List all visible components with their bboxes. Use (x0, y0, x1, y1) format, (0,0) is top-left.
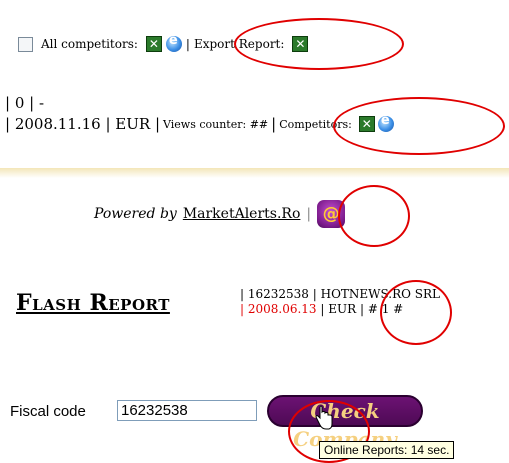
powered-band (0, 168, 509, 178)
fiscal-code-input[interactable] (117, 400, 257, 421)
flash-report-title[interactable]: Flash Report (16, 290, 170, 316)
browser-view-icon[interactable] (165, 33, 182, 52)
annotation-circle (380, 280, 452, 345)
fiscal-code-label: Fiscal code (10, 403, 86, 420)
separator: | (271, 115, 277, 133)
powered-by: Powered by MarketAlerts.Ro | @ (94, 199, 346, 229)
all-competitors-checkbox[interactable] (18, 36, 33, 52)
annotation-circle (234, 18, 404, 70)
flash-date: | 2008.06.13 (240, 302, 317, 316)
online-reports-tooltip: Online Reports: 14 sec. (319, 441, 455, 459)
report-info-line: | 0 | - (5, 94, 45, 112)
views-counter: Views counter: ## (163, 117, 269, 131)
separator: | (306, 206, 312, 222)
excel-export-icon[interactable] (145, 36, 162, 52)
annotation-circle (338, 185, 410, 247)
report-date-currency: | 2008.11.16 | EUR | (5, 115, 161, 133)
separator: | (185, 37, 190, 51)
all-competitors-label: All competitors: (41, 37, 138, 51)
powered-by-label: Powered by (94, 206, 177, 222)
annotation-circle (333, 97, 505, 155)
marketalerts-link[interactable]: MarketAlerts.Ro (183, 206, 301, 222)
